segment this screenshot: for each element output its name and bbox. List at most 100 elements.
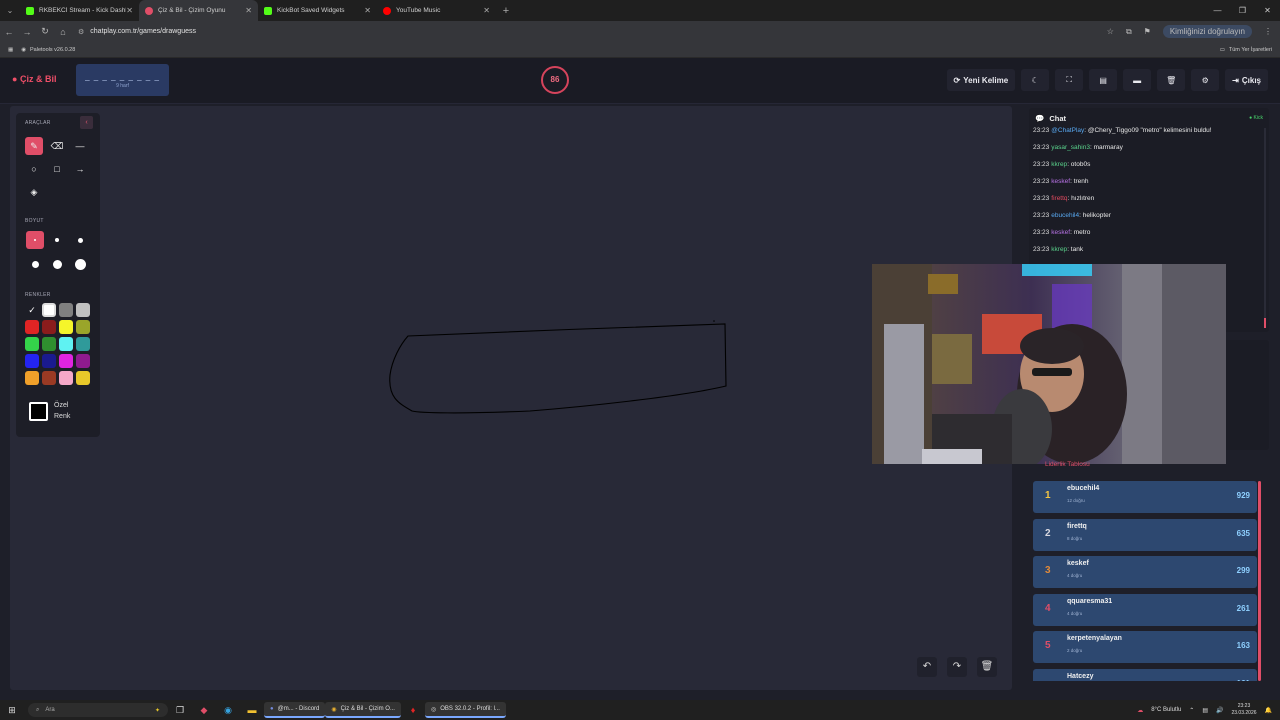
close-window-icon[interactable]: ✕ [1255, 0, 1280, 21]
chat-username[interactable]: kkrep [1051, 161, 1067, 168]
leaderboard-scrollbar[interactable] [1258, 481, 1261, 681]
tray-overflow-icon[interactable]: ⌃ [1189, 707, 1194, 714]
line-tool-icon[interactable]: — [71, 137, 89, 155]
tab-search-icon[interactable]: ⌄ [0, 6, 20, 15]
color-swatch[interactable] [76, 303, 90, 317]
panel-toggle-button[interactable]: ▤ [1089, 69, 1118, 91]
color-swatch[interactable] [76, 320, 90, 334]
color-swatch[interactable]: ✓ [25, 303, 39, 317]
forward-icon[interactable]: → [18, 27, 36, 37]
all-bookmarks[interactable]: ▭ Tüm Yer İşaretleri [1220, 47, 1272, 53]
size-l-button[interactable] [26, 255, 44, 273]
chat-username[interactable]: keskef [1051, 229, 1070, 236]
chat-username[interactable]: keskef [1051, 178, 1070, 185]
windows-start-icon[interactable]: ⊞ [0, 705, 24, 716]
taskbar-app-chrome[interactable]: ◉ Çiz & Bil - Çizim O... [325, 702, 401, 718]
color-swatch[interactable] [42, 354, 56, 368]
notification-icon[interactable]: 🔔 [1265, 707, 1272, 714]
bookmark-paletools[interactable]: ◉ Paletools v26.0.28 [21, 47, 75, 53]
color-swatch[interactable] [25, 337, 39, 351]
reload-icon[interactable]: ↻ [36, 26, 54, 37]
tab-youtube-music[interactable]: YouTube Music ✕ [377, 0, 496, 21]
site-info-icon[interactable]: ⚙ [78, 28, 84, 36]
color-swatch[interactable] [76, 337, 90, 351]
color-swatch[interactable] [25, 354, 39, 368]
arrow-tool-icon[interactable]: → [71, 160, 89, 178]
custom-color-label[interactable]: Özel Renk [54, 400, 70, 422]
verify-identity-button[interactable]: Kimliğinizi doğrulayın [1162, 25, 1252, 38]
translate-icon[interactable]: ⚑ [1144, 27, 1151, 36]
taskbar-app-discord[interactable]: ● @m... - Discord [264, 702, 326, 718]
settings-button[interactable]: ⚙ [1191, 69, 1220, 91]
app-icon-1[interactable]: ◆ [192, 705, 216, 716]
chat-username[interactable]: kkrep [1051, 246, 1067, 253]
color-swatch[interactable] [59, 371, 73, 385]
custom-color-swatch[interactable] [29, 402, 48, 421]
color-swatch[interactable] [42, 320, 56, 334]
dark-mode-button[interactable]: ☾ [1021, 69, 1050, 91]
color-swatch[interactable] [42, 337, 56, 351]
color-swatch[interactable] [59, 354, 73, 368]
close-tab-icon[interactable]: ✕ [364, 6, 371, 15]
back-icon[interactable]: ← [0, 27, 18, 37]
logout-button[interactable]: ⇥ Çıkış [1225, 69, 1268, 91]
home-icon[interactable]: ⌂ [54, 27, 72, 37]
edge-icon[interactable]: ◉ [216, 705, 240, 716]
extensions-icon[interactable]: ⧉ [1126, 27, 1132, 37]
color-swatch[interactable] [25, 371, 39, 385]
chat-scrollbar[interactable] [1264, 128, 1266, 328]
fullscreen-button[interactable]: ⛶ [1055, 69, 1084, 91]
rectangle-tool-icon[interactable]: □ [48, 160, 66, 178]
undo-button[interactable]: ↶ [917, 657, 937, 677]
clock[interactable]: 23:23 23.03.2026 [1231, 703, 1256, 717]
close-tab-icon[interactable]: ✕ [483, 6, 490, 15]
size-xxl-button[interactable] [71, 255, 89, 273]
task-view-icon[interactable]: ❐ [168, 705, 192, 716]
new-word-button[interactable]: ⟳ Yeni Kelime [946, 69, 1016, 91]
color-swatch[interactable] [59, 303, 73, 317]
color-swatch[interactable] [42, 303, 56, 317]
maximize-icon[interactable]: ❐ [1230, 0, 1255, 21]
tab-draw-game[interactable]: Çiz & Bil - Çizim Oyunu ✕ [139, 0, 258, 21]
new-tab-icon[interactable]: + [496, 5, 516, 17]
bookmark-star-icon[interactable]: ☆ [1107, 27, 1114, 36]
redo-button[interactable]: ↷ [947, 657, 967, 677]
url-field[interactable]: ⚙ chatplay.com.tr/games/drawguess [78, 28, 1107, 36]
color-swatch[interactable] [59, 337, 73, 351]
weather-label[interactable]: 8°C Bulutlu [1151, 707, 1181, 713]
browser-menu-icon[interactable]: ⋮ [1264, 27, 1272, 36]
pencil-tool-icon[interactable]: ✎ [25, 137, 43, 155]
eraser-tool-icon[interactable]: ⌫ [48, 137, 66, 155]
tab-kick-dashboard[interactable]: RKBEKCİ Stream - Kick Dashbo... ✕ [20, 0, 139, 21]
size-xs-button[interactable] [26, 231, 44, 249]
size-s-button[interactable] [48, 231, 66, 249]
volume-icon[interactable]: 🔊 [1216, 707, 1223, 714]
close-tab-icon[interactable]: ✕ [245, 6, 252, 15]
layout-button[interactable]: ▬ [1123, 69, 1152, 91]
clear-canvas-button[interactable]: 🗑 [977, 657, 997, 677]
close-tab-icon[interactable]: ✕ [126, 6, 133, 15]
network-icon[interactable]: ▤ [1202, 707, 1208, 714]
apps-grid-icon[interactable]: ▦ [8, 47, 13, 53]
tab-kickbot[interactable]: KickBot Saved Widgets ✕ [258, 0, 377, 21]
taskbar-search[interactable]: ⌕ Ara ✦ [28, 703, 168, 717]
chat-username[interactable]: firettq [1051, 195, 1067, 202]
taskbar-app-obs[interactable]: ◎ OBS 32.0.2 - Profil: l... [424, 702, 506, 718]
collapse-panel-icon[interactable]: ‹ [80, 116, 93, 129]
color-swatch[interactable] [42, 371, 56, 385]
size-xl-button[interactable] [48, 255, 66, 273]
chat-username[interactable]: yasar_sahin3 [1051, 144, 1090, 151]
minimize-icon[interactable]: — [1205, 0, 1230, 21]
chat-username[interactable]: ebucehil4 [1051, 212, 1079, 219]
size-m-button[interactable] [71, 231, 89, 249]
app-icon-2[interactable]: ♦ [401, 705, 425, 715]
color-swatch[interactable] [25, 320, 39, 334]
clear-button[interactable]: 🗑 [1157, 69, 1186, 91]
fill-bucket-tool-icon[interactable]: ◈ [25, 183, 43, 201]
chat-username[interactable]: @ChatPlay [1051, 127, 1084, 134]
color-swatch[interactable] [76, 371, 90, 385]
circle-tool-icon[interactable]: ○ [25, 160, 43, 178]
color-swatch[interactable] [76, 354, 90, 368]
color-swatch[interactable] [59, 320, 73, 334]
file-explorer-icon[interactable]: ▬ [240, 705, 264, 715]
